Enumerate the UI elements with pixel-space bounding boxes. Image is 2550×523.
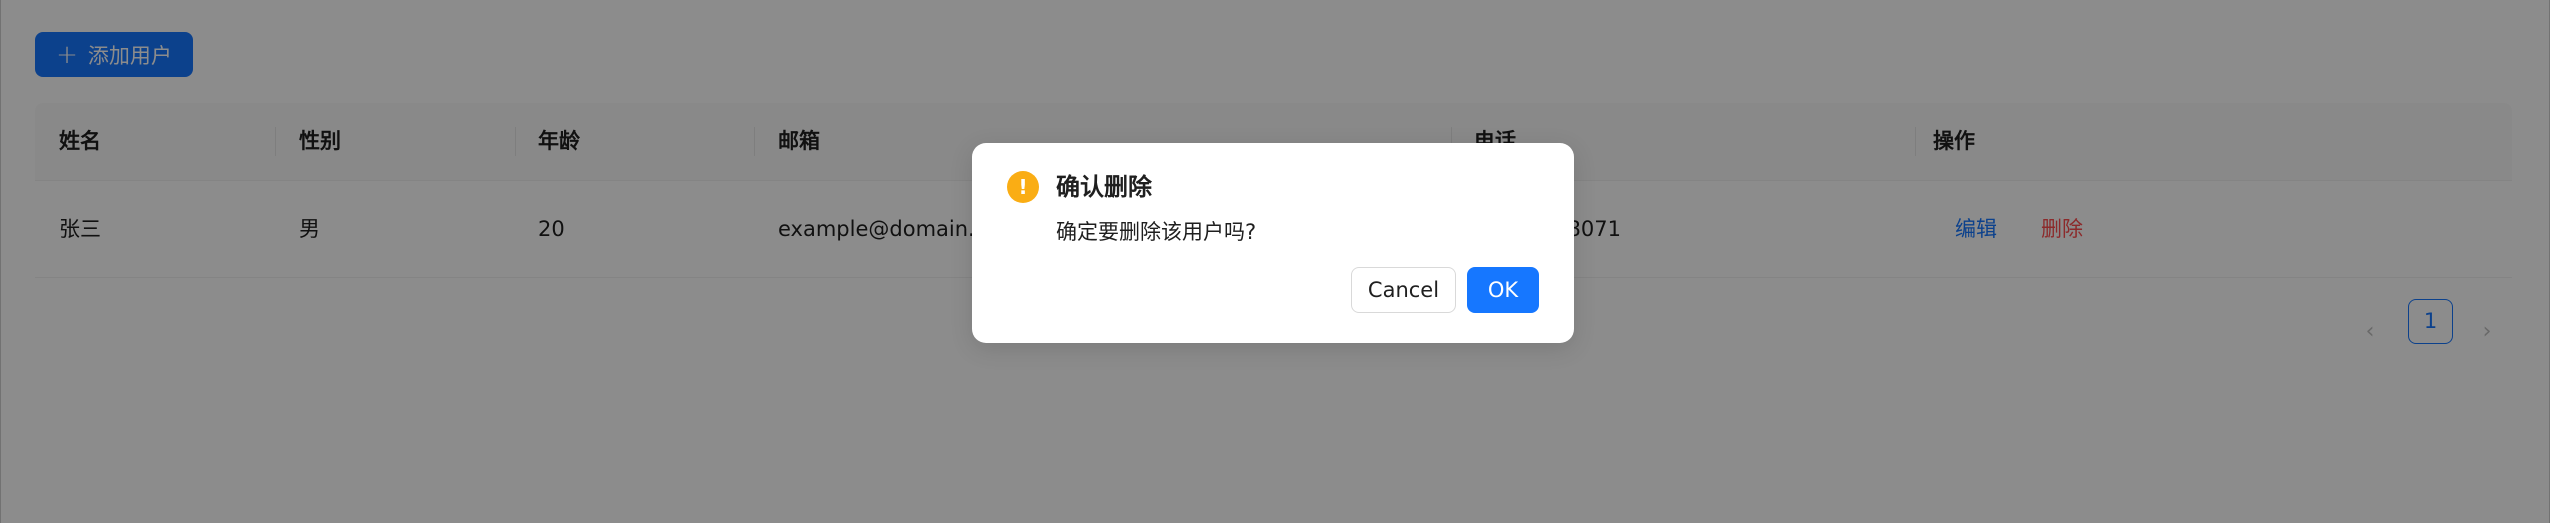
ok-button[interactable]: OK: [1467, 267, 1539, 313]
cancel-button[interactable]: Cancel: [1351, 267, 1456, 313]
exclamation-circle-icon: !: [1007, 171, 1039, 203]
dialog-message: 确定要删除该用户吗?: [1056, 220, 1257, 244]
confirm-delete-dialog: ! 确认删除 确定要删除该用户吗? Cancel OK: [972, 143, 1574, 343]
dialog-title: 确认删除: [1056, 173, 1152, 201]
